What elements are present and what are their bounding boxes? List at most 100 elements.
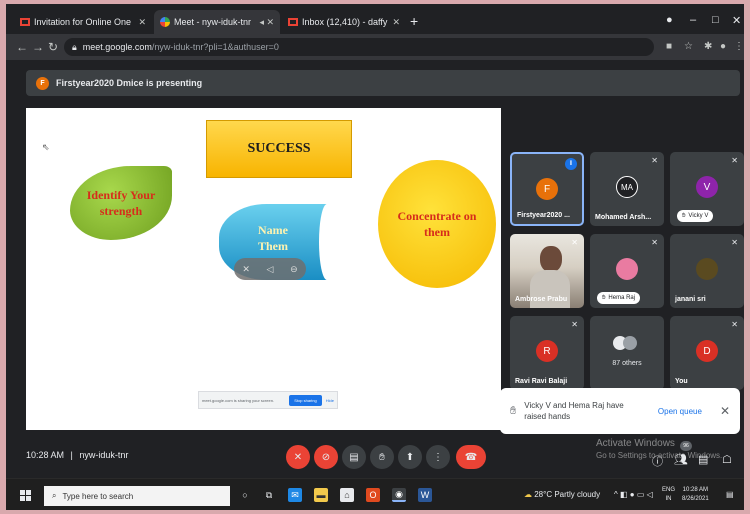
participant-tile[interactable]: R ✕ Ravi Ravi Balaji: [510, 316, 584, 390]
mic-off-icon: ✕: [731, 238, 738, 247]
concentrate-text: Concentrate on them: [397, 209, 477, 239]
avatar: MA: [616, 176, 638, 198]
info-icon[interactable]: ⓘ: [652, 453, 663, 469]
store-icon[interactable]: ⌂: [340, 488, 354, 502]
file-explorer-icon[interactable]: ▬: [314, 488, 328, 502]
avatar: F: [36, 76, 49, 90]
hide-button[interactable]: Hide: [326, 398, 334, 403]
url-host: meet.google.com: [82, 42, 152, 52]
close-icon[interactable]: ✕: [138, 17, 146, 28]
people-icon[interactable]: 👥︎: [674, 453, 688, 466]
participant-name: Vicky V: [688, 213, 709, 219]
meeting-time: 10:28 AM: [26, 450, 65, 460]
raise-hand-button[interactable]: ✋︎: [370, 445, 394, 469]
captions-icon: ▤: [349, 451, 359, 463]
weather-widget[interactable]: ☁ 28°C Partly cloudy: [524, 490, 600, 499]
close-icon[interactable]: ✕: [720, 404, 730, 418]
participant-tile[interactable]: MA ✕ Mohamed Arsh...: [590, 152, 664, 226]
tray-icons[interactable]: ^ ◧ ● ▭ ◁: [614, 490, 653, 499]
camera-toggle-button[interactable]: ⊘: [314, 445, 338, 469]
participant-name: Firstyear2020 ...: [517, 212, 570, 219]
screen: Invitation for Online One Day Na ✕ Meet …: [6, 4, 744, 510]
mic-off-icon: ✕: [731, 320, 738, 329]
profile-icon[interactable]: ●: [720, 41, 726, 52]
presenting-banner: F Firstyear2020 Dmice is presenting: [26, 70, 740, 96]
taskbar-search[interactable]: ⌕ Type here to search: [44, 486, 230, 506]
presenting-text: Firstyear2020 Dmice is presenting: [56, 78, 203, 88]
identify-strength-shape: Identify Your strength: [70, 166, 172, 240]
windows-start-icon[interactable]: [20, 490, 31, 501]
menu-kebab-icon[interactable]: ⋮: [734, 41, 744, 52]
activities-icon[interactable]: ☖: [722, 453, 732, 466]
self-tile[interactable]: D ✕ You: [670, 316, 744, 390]
language-indicator[interactable]: ENG IN: [662, 486, 675, 504]
close-icon[interactable]: ✕: [392, 17, 400, 28]
share-notice-text: meet.google.com is sharing your screen.: [202, 397, 275, 403]
avatar: V: [696, 176, 718, 198]
more-icon[interactable]: ⊖: [290, 264, 298, 275]
forward-button[interactable]: →: [32, 40, 44, 54]
chat-icon[interactable]: ▤: [698, 453, 708, 466]
participant-tile[interactable]: ✕ janani sri: [670, 234, 744, 308]
close-window-button[interactable]: ✕: [732, 14, 741, 27]
participant-tile[interactable]: V ✕ ✋︎ Vicky V: [670, 152, 744, 226]
mail-icon[interactable]: ✉: [288, 488, 302, 502]
new-tab-button[interactable]: +: [410, 14, 418, 28]
weather-text: 28°C Partly cloudy: [534, 490, 601, 499]
url-path: /nyw-iduk-tnr?pli=1&authuser=0: [151, 42, 279, 52]
back-button[interactable]: ←: [16, 40, 28, 54]
mic-off-icon: ✕: [571, 320, 578, 329]
participant-name: Mohamed Arsh...: [595, 214, 652, 221]
mute-icon[interactable]: ◁: [267, 264, 274, 275]
others-tile[interactable]: 87 others: [590, 316, 664, 390]
tile-overlay-controls: ✕ ◁ ⊖: [234, 258, 306, 280]
raised-hands-notification: ✋︎ Vicky V and Hema Raj have raised hand…: [500, 388, 740, 434]
people-count-badge: 96: [680, 441, 692, 451]
maximize-button[interactable]: □: [712, 14, 719, 26]
taskbar-clock[interactable]: 10:28 AM 8/26/2021: [682, 486, 709, 504]
camera-permission-icon[interactable]: ■: [666, 41, 672, 52]
stop-sharing-button[interactable]: Stop sharing: [289, 394, 322, 406]
tab-label: Inbox (12,410) - daffyrobert0050: [302, 17, 388, 27]
separator: |: [70, 450, 73, 460]
address-bar[interactable]: 🔒︎ meet.google.com/nyw-iduk-tnr?pli=1&au…: [64, 38, 654, 56]
browser-toolbar: ← → ↻ 🔒︎ meet.google.com/nyw-iduk-tnr?pl…: [6, 34, 744, 60]
open-queue-button[interactable]: Open queue: [658, 407, 702, 416]
clock-time: 10:28 AM: [682, 487, 709, 493]
minimize-button[interactable]: –: [690, 14, 696, 26]
avatar: [696, 258, 718, 280]
captions-button[interactable]: ▤: [342, 445, 366, 469]
mic-toggle-button[interactable]: ✕: [286, 445, 310, 469]
hand-icon: ✋︎: [510, 404, 517, 417]
search-placeholder: Type here to search: [62, 491, 134, 501]
cortana-icon[interactable]: ○: [238, 488, 252, 502]
participant-name: Ambrose Prabu: [515, 296, 568, 303]
participant-tile[interactable]: F ⦀ Firstyear2020 ...: [510, 152, 584, 226]
present-button[interactable]: ⬆︎: [398, 445, 422, 469]
pin-icon[interactable]: ✕: [242, 264, 250, 275]
tab-inbox[interactable]: Inbox (12,410) - daffyrobert0050 ✕: [282, 10, 406, 34]
search-icon: ⌕: [52, 491, 57, 500]
leave-call-button[interactable]: ☎: [456, 445, 486, 469]
more-options-button[interactable]: ⋮: [426, 445, 450, 469]
meeting-info: 10:28 AM | nyw-iduk-tnr: [26, 450, 128, 460]
notifications-icon[interactable]: ▤: [726, 490, 734, 499]
others-avatars: [613, 336, 637, 350]
participant-name: Hema Raj: [608, 295, 636, 301]
word-icon[interactable]: W: [418, 488, 432, 502]
notification-text: Vicky V and Hema Raj have raised hands: [524, 401, 624, 421]
office-icon[interactable]: O: [366, 488, 380, 502]
chrome-icon[interactable]: ◉: [392, 488, 406, 502]
participant-tile-video[interactable]: ✕ Ambrose Prabu: [510, 234, 584, 308]
avatar: [616, 258, 638, 280]
extensions-icon[interactable]: ✱: [704, 41, 712, 52]
tab-meet[interactable]: Meet - nyw-iduk-tnr ◂ ✕: [154, 10, 280, 34]
task-view-icon[interactable]: ⧉: [262, 488, 276, 502]
participant-tile[interactable]: ✕ ✋︎ Hema Raj: [590, 234, 664, 308]
windows-taskbar: ⌕ Type here to search ○ ⧉ ✉ ▬ ⌂ O ◉ W ☁ …: [6, 478, 744, 510]
bookmark-star-icon[interactable]: ☆: [684, 41, 693, 52]
avatar: D: [696, 340, 718, 362]
close-icon[interactable]: ◂ ✕: [259, 17, 274, 28]
reload-button[interactable]: ↻: [48, 40, 58, 54]
tab-invitation[interactable]: Invitation for Online One Day Na ✕: [14, 10, 152, 34]
